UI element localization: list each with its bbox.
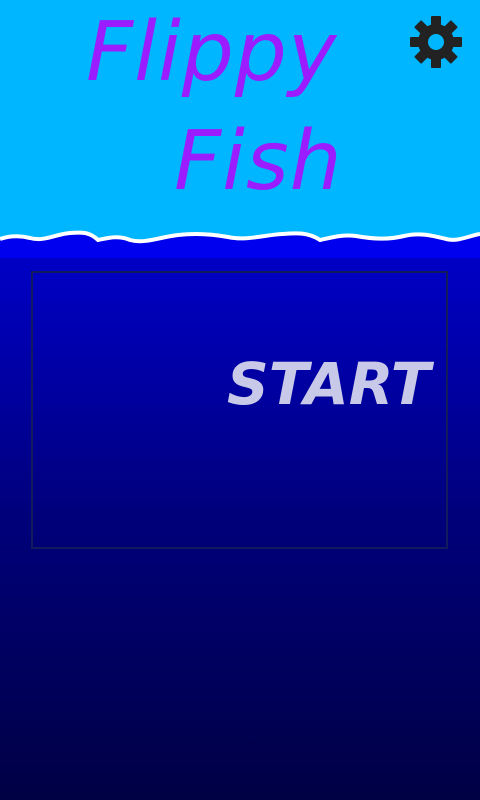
game-title-line-2: Fish	[174, 114, 343, 209]
gear-icon	[410, 16, 462, 68]
game-screen: Flippy Fish START	[0, 0, 480, 800]
water-surface-wave	[0, 230, 480, 258]
start-label: START	[227, 350, 431, 418]
start-button[interactable]: START	[31, 271, 448, 549]
game-title-line-1: Flippy	[86, 5, 338, 100]
settings-button[interactable]	[408, 14, 464, 70]
